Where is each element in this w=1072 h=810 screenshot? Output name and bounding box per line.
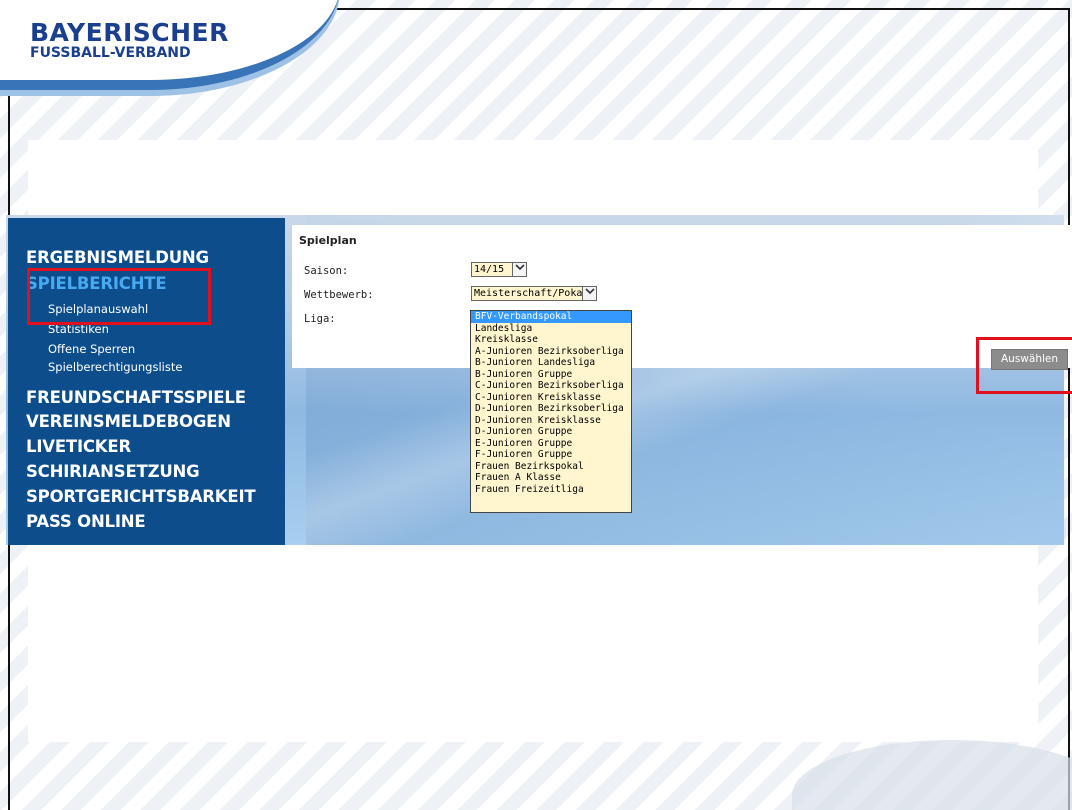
liga-option[interactable]: BFV-Verbandspokal	[471, 311, 631, 323]
saison-label: Saison:	[304, 265, 349, 277]
liga-option[interactable]: C-Junioren Kreisklasse	[471, 392, 631, 404]
liga-label: Liga:	[304, 313, 336, 325]
liga-option[interactable]: E-Junioren Gruppe	[471, 438, 631, 450]
nav-schiriansetzung[interactable]: SCHIRIANSETZUNG	[26, 462, 200, 481]
banner-area	[28, 140, 1038, 220]
liga-option[interactable]: Landesliga	[471, 323, 631, 335]
nav-sportgerichtsbarkeit[interactable]: SPORTGERICHTSBARKEIT	[26, 487, 256, 506]
logo-line-2: FUSSBALL-VERBAND	[30, 45, 191, 61]
nav-liveticker[interactable]: LIVETICKER	[26, 437, 131, 456]
nav-spielberichte[interactable]: SPIELBERICHTE	[26, 274, 167, 293]
nav-freundschaftsspiele[interactable]: FREUNDSCHAFTSSPIELE	[26, 388, 246, 407]
liga-option[interactable]: Frauen Bezirkspokal	[471, 461, 631, 473]
nav-sub-spielplanauswahl[interactable]: Spielplanauswahl	[48, 302, 148, 316]
liga-option[interactable]: D-Junioren Bezirksoberliga	[471, 403, 631, 415]
liga-option[interactable]: Frauen A Klasse	[471, 472, 631, 484]
nav-pass-online[interactable]: PASS ONLINE	[26, 512, 146, 531]
liga-option[interactable]: Kreisklasse	[471, 334, 631, 346]
liga-listbox[interactable]: BFV-Verbandspokal Landesliga Kreisklasse…	[470, 310, 632, 513]
liga-option[interactable]: C-Junioren Bezirksoberliga	[471, 380, 631, 392]
wettbewerb-value: Meisterschaft/Pokal	[474, 288, 589, 299]
wettbewerb-label: Wettbewerb:	[304, 289, 374, 301]
nav-sub-offene-sperren[interactable]: Offene Sperren	[48, 342, 135, 356]
liga-option[interactable]: D-Junioren Gruppe	[471, 426, 631, 438]
liga-option[interactable]: Frauen Freizeitliga	[471, 484, 631, 496]
wettbewerb-select[interactable]: Meisterschaft/Pokal	[471, 286, 597, 301]
saison-value: 14/15	[474, 264, 505, 275]
liga-option[interactable]: D-Junioren Kreisklasse	[471, 415, 631, 427]
liga-option[interactable]: B-Junioren Gruppe	[471, 369, 631, 381]
nav-sub-statistiken[interactable]: Statistiken	[48, 322, 109, 336]
liga-option[interactable]: A-Junioren Bezirksoberliga	[471, 346, 631, 358]
chevron-down-icon[interactable]	[582, 287, 596, 300]
liga-option[interactable]: B-Junioren Landesliga	[471, 357, 631, 369]
saison-select[interactable]: 14/15	[471, 262, 527, 277]
spielplan-panel: Spielplan Saison: Wettbewerb: Liga:	[292, 225, 1072, 368]
footer-area	[28, 545, 1038, 742]
bfv-logo[interactable]: BAYERISCHER FUSSBALL-VERBAND	[30, 20, 229, 60]
nav-ergebnismeldung[interactable]: ERGEBNISMELDUNG	[26, 248, 209, 267]
auswaehlen-button[interactable]: Auswählen	[991, 349, 1068, 370]
liga-option[interactable]: F-Junioren Gruppe	[471, 449, 631, 461]
sidebar-nav: ERGEBNISMELDUNG SPIELBERICHTE Spielplana…	[8, 218, 285, 545]
nav-sub-spielberechtigungsliste[interactable]: Spielberechtigungsliste	[48, 360, 182, 374]
panel-title: Spielplan	[299, 234, 357, 247]
nav-vereinsmeldebogen[interactable]: VEREINSMELDEBOGEN	[26, 412, 231, 431]
logo-line-1: BAYERISCHER	[30, 18, 229, 47]
chevron-down-icon[interactable]	[512, 263, 526, 276]
